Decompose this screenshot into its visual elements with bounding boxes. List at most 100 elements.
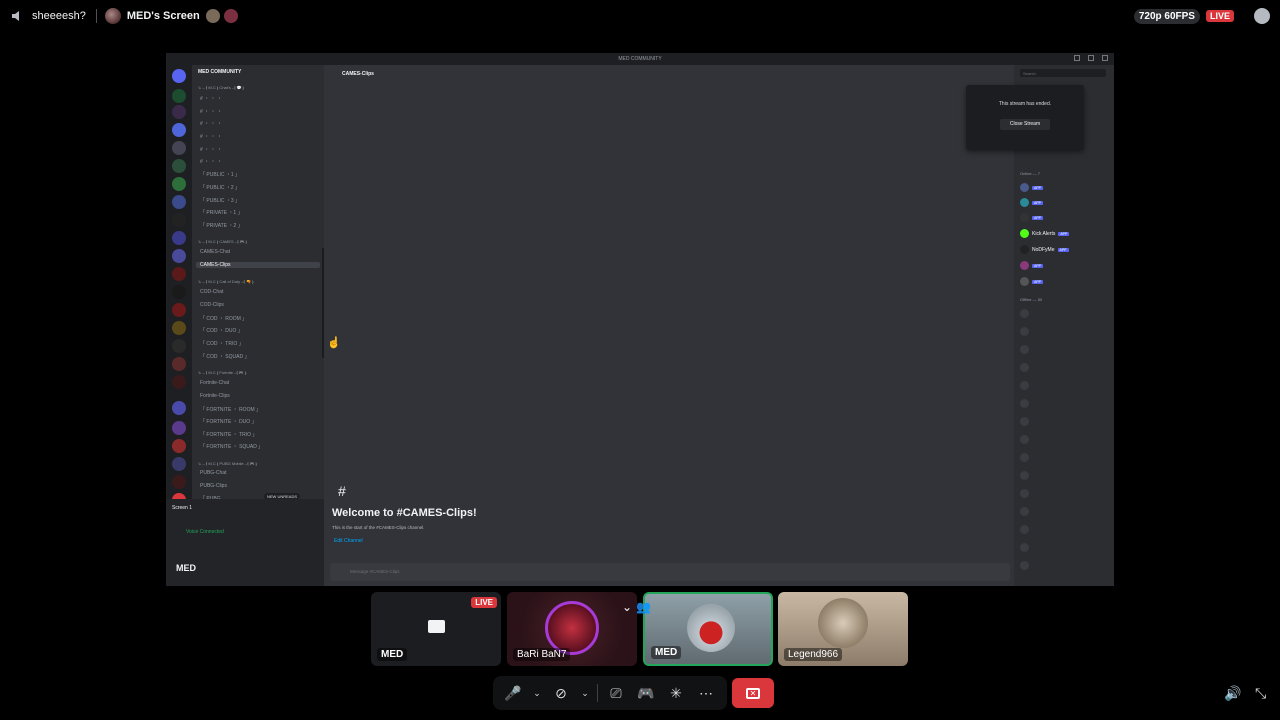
member-avatar — [1020, 489, 1029, 498]
exit-fullscreen-icon[interactable]: ⤡ — [1255, 685, 1266, 702]
member-avatar — [1020, 453, 1029, 462]
member-name: Kick Alerts — [1032, 230, 1056, 237]
server-icon — [172, 303, 186, 317]
member-avatar — [1020, 543, 1029, 552]
text-channel: # ・ ・ ・ — [200, 109, 222, 115]
member-avatar — [1020, 345, 1029, 354]
more-options-icon[interactable]: ⋯ — [694, 681, 718, 705]
shared-screen: MED COMMUNITY MED COMMUNITY ↳ – ⟬ M.C ⟭ … — [166, 53, 1114, 586]
chevron-down-icon[interactable]: ⌄ — [622, 600, 632, 614]
leave-call-button[interactable]: ✕ — [732, 678, 774, 708]
member-avatar — [1020, 435, 1029, 444]
microphone-icon[interactable]: 🎤 — [501, 681, 525, 705]
screen-share-status: Screen 1 — [172, 505, 192, 511]
server-icon — [172, 231, 186, 245]
voice-connected-label: Voice Connected — [186, 529, 224, 535]
text-channel: # ・ ・ ・ — [200, 159, 222, 165]
disconnect-icon: ✕ — [746, 687, 760, 699]
stream-ended-message: This stream has ended. — [998, 101, 1052, 107]
monitor-icon — [428, 620, 445, 633]
member-avatar — [1020, 471, 1029, 480]
window-title: MED COMMUNITY — [618, 56, 662, 62]
participant-tile[interactable]: MED — [643, 592, 773, 666]
member-group-header: Online — 7 — [1020, 171, 1041, 176]
server-icon — [172, 195, 186, 209]
stream-ended-popup: This stream has ended. Close Stream — [966, 85, 1084, 150]
server-icon — [172, 177, 186, 191]
server-icon — [172, 141, 186, 155]
avatar — [818, 598, 868, 648]
participant-name: Legend966 — [784, 648, 843, 661]
member-avatar — [1020, 561, 1029, 570]
text-channel: # ・ ・ ・ — [200, 147, 222, 153]
member-avatar — [1020, 525, 1029, 534]
voice-channel: 「 FORTNITE ・ DUO 」 — [200, 419, 257, 425]
streamer-avatar — [104, 8, 121, 24]
category-header: ↳ – ⟬ M.C ⟭ PUBG Mobile –⟬ 🎮 ⟭ — [198, 461, 258, 466]
member-item: APP — [1020, 261, 1044, 270]
chevron-down-icon[interactable]: ⌄ — [531, 681, 543, 705]
member-item: APP — [1020, 183, 1044, 192]
maximize-icon — [1088, 55, 1094, 61]
message-input: Message #CAMES-Clips — [330, 563, 1010, 581]
voice-channel: 「 COD ・ SQUAD 」 — [200, 354, 250, 360]
divider — [95, 9, 97, 23]
voice-status: Voice Connected — [186, 529, 224, 535]
share-screen-icon[interactable]: ⎚ — [604, 681, 628, 705]
server-icon — [172, 123, 186, 137]
activity-icon[interactable]: 🎮 — [634, 681, 658, 705]
chat-bubble-icon[interactable] — [1254, 8, 1270, 24]
member-avatar — [1020, 309, 1029, 318]
server-icon — [172, 457, 186, 471]
divider — [597, 684, 598, 702]
speaker-icon[interactable] — [10, 9, 24, 23]
call-controls: 🎤 ⌄ ⊘ ⌄ ⎚ 🎮 ✳ ⋯ — [493, 676, 727, 710]
participant-tile[interactable]: BaRi BaN7 — [507, 592, 637, 666]
server-icon — [172, 89, 186, 103]
server-icon — [172, 213, 186, 227]
streamer-title: MED's Screen — [126, 10, 200, 22]
member-item: Kick Alerts APP — [1020, 229, 1070, 238]
server-icon — [172, 105, 186, 119]
server-icon — [172, 159, 186, 173]
voice-channel-name: sheeeesh? — [32, 10, 86, 22]
server-name: MED COMMUNITY — [198, 69, 242, 75]
voice-channel: 「 FORTNITE ・ SQUAD 」 — [200, 444, 264, 450]
voice-channel: 「 PRIVATE ・1 」 — [200, 210, 243, 216]
text-channel: CAMES-Chat — [200, 249, 231, 255]
chat-area: CAMES-Clips # Welcome to #CAMES-Clips! T… — [324, 65, 1014, 586]
live-badge: LIVE — [471, 597, 497, 608]
server-icon — [172, 69, 186, 83]
soundboard-icon[interactable]: ✳ — [664, 681, 688, 705]
server-icon — [172, 401, 186, 415]
server-icon — [172, 421, 186, 435]
text-channel: Fortnite-Chat — [200, 380, 230, 386]
server-icon — [172, 321, 186, 335]
server-icon — [172, 249, 186, 263]
close-icon — [1102, 55, 1108, 61]
welcome-heading: Welcome to #CAMES-Clips! — [332, 507, 477, 519]
user-panel: Screen 1 Voice Connected MED — [166, 499, 324, 586]
server-icon — [172, 439, 186, 453]
voice-channel: 「 COD ・ ROOM 」 — [200, 316, 248, 322]
speaker-icon[interactable]: 🔊 — [1224, 685, 1241, 702]
emoji-icon — [223, 9, 238, 23]
participant-name: MED — [377, 648, 408, 661]
participant-name: MED — [651, 646, 682, 659]
chevron-down-icon[interactable]: ⌄ — [579, 681, 591, 705]
stream-header: sheeeesh? MED's Screen 720p 60FPS LIVE — [0, 0, 1280, 32]
window-controls — [1074, 55, 1108, 61]
voice-channel: 「 PUBLIC ・2 」 — [200, 185, 241, 191]
camera-off-icon[interactable]: ⊘ — [549, 681, 573, 705]
text-channel: PUBG-Chat — [200, 470, 227, 476]
participant-tile[interactable]: LIVE MED — [371, 592, 501, 666]
tile-overlay-controls: ⌄ 👥 — [622, 600, 651, 614]
server-icon — [172, 285, 186, 299]
invite-users-icon[interactable]: 👥 — [636, 600, 651, 614]
voice-channel: 「 FORTNITE ・ TRIO 」 — [200, 432, 258, 438]
server-icon — [172, 475, 186, 489]
voice-channel: 「 FORTNITE ・ ROOM 」 — [200, 407, 262, 413]
category-header: ↳ – ⟬ M.C ⟭ Chat's –⟬ 💬 ⟭ — [198, 85, 245, 90]
search-input: Search — [1020, 69, 1106, 77]
participant-tile[interactable]: Legend966 — [778, 592, 908, 666]
